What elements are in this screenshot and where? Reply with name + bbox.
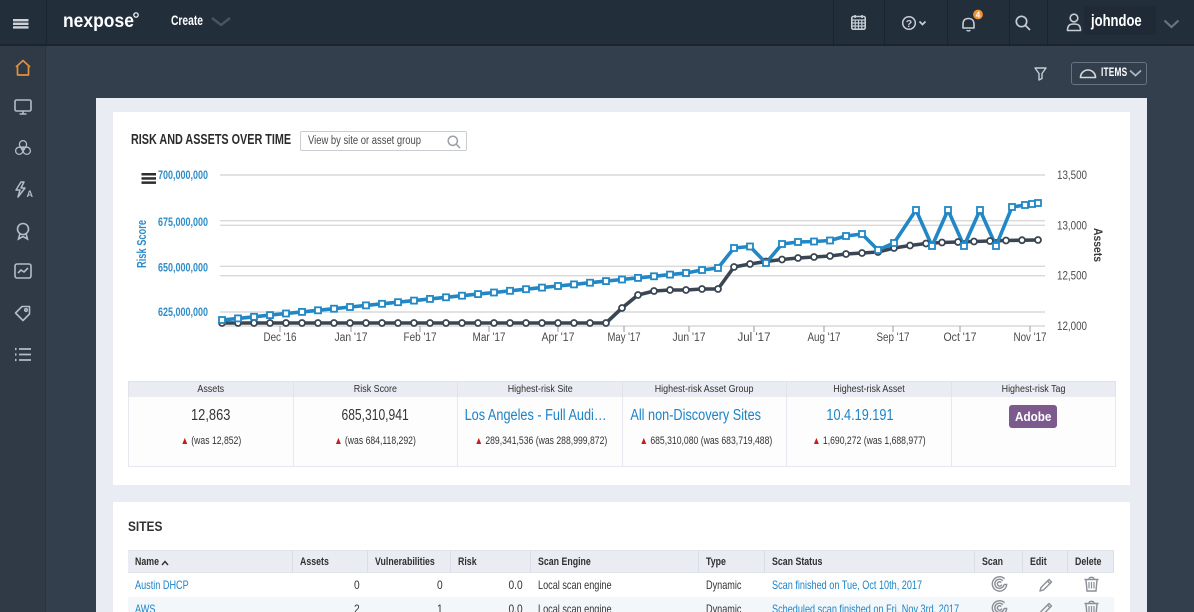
svg-text:625,000,000: 625,000,000 <box>158 307 208 319</box>
svg-text:Sep '17: Sep '17 <box>877 332 910 344</box>
svg-text:Mar '17: Mar '17 <box>473 332 506 344</box>
svg-text:Jul '17: Jul '17 <box>738 332 771 344</box>
svg-text:13,500: 13,500 <box>1057 170 1087 182</box>
svg-text:May '17: May '17 <box>608 332 641 344</box>
svg-text:Feb '17: Feb '17 <box>404 332 437 344</box>
svg-text:Nov '17: Nov '17 <box>1014 332 1047 344</box>
svg-text:Aug '17: Aug '17 <box>808 332 841 344</box>
svg-text:4: 4 <box>976 11 981 20</box>
svg-text:Oct '17: Oct '17 <box>944 332 977 344</box>
svg-text:675,000,000: 675,000,000 <box>158 217 208 229</box>
svg-text:12,000: 12,000 <box>1057 321 1087 333</box>
svg-text:Jun '17: Jun '17 <box>673 332 706 344</box>
svg-text:A: A <box>27 189 34 199</box>
svg-text:Assets: Assets <box>1091 228 1103 262</box>
svg-text:?: ? <box>906 18 912 30</box>
svg-text:Apr '17: Apr '17 <box>542 332 575 344</box>
svg-text:Jan '17: Jan '17 <box>335 332 368 344</box>
svg-text:12,500: 12,500 <box>1057 271 1087 283</box>
svg-text:700,000,000: 700,000,000 <box>158 170 208 182</box>
svg-text:Risk Score: Risk Score <box>135 220 149 268</box>
svg-text:Dec '16: Dec '16 <box>264 332 297 344</box>
svg-text:13,000: 13,000 <box>1057 220 1087 232</box>
svg-text:650,000,000: 650,000,000 <box>158 263 208 275</box>
